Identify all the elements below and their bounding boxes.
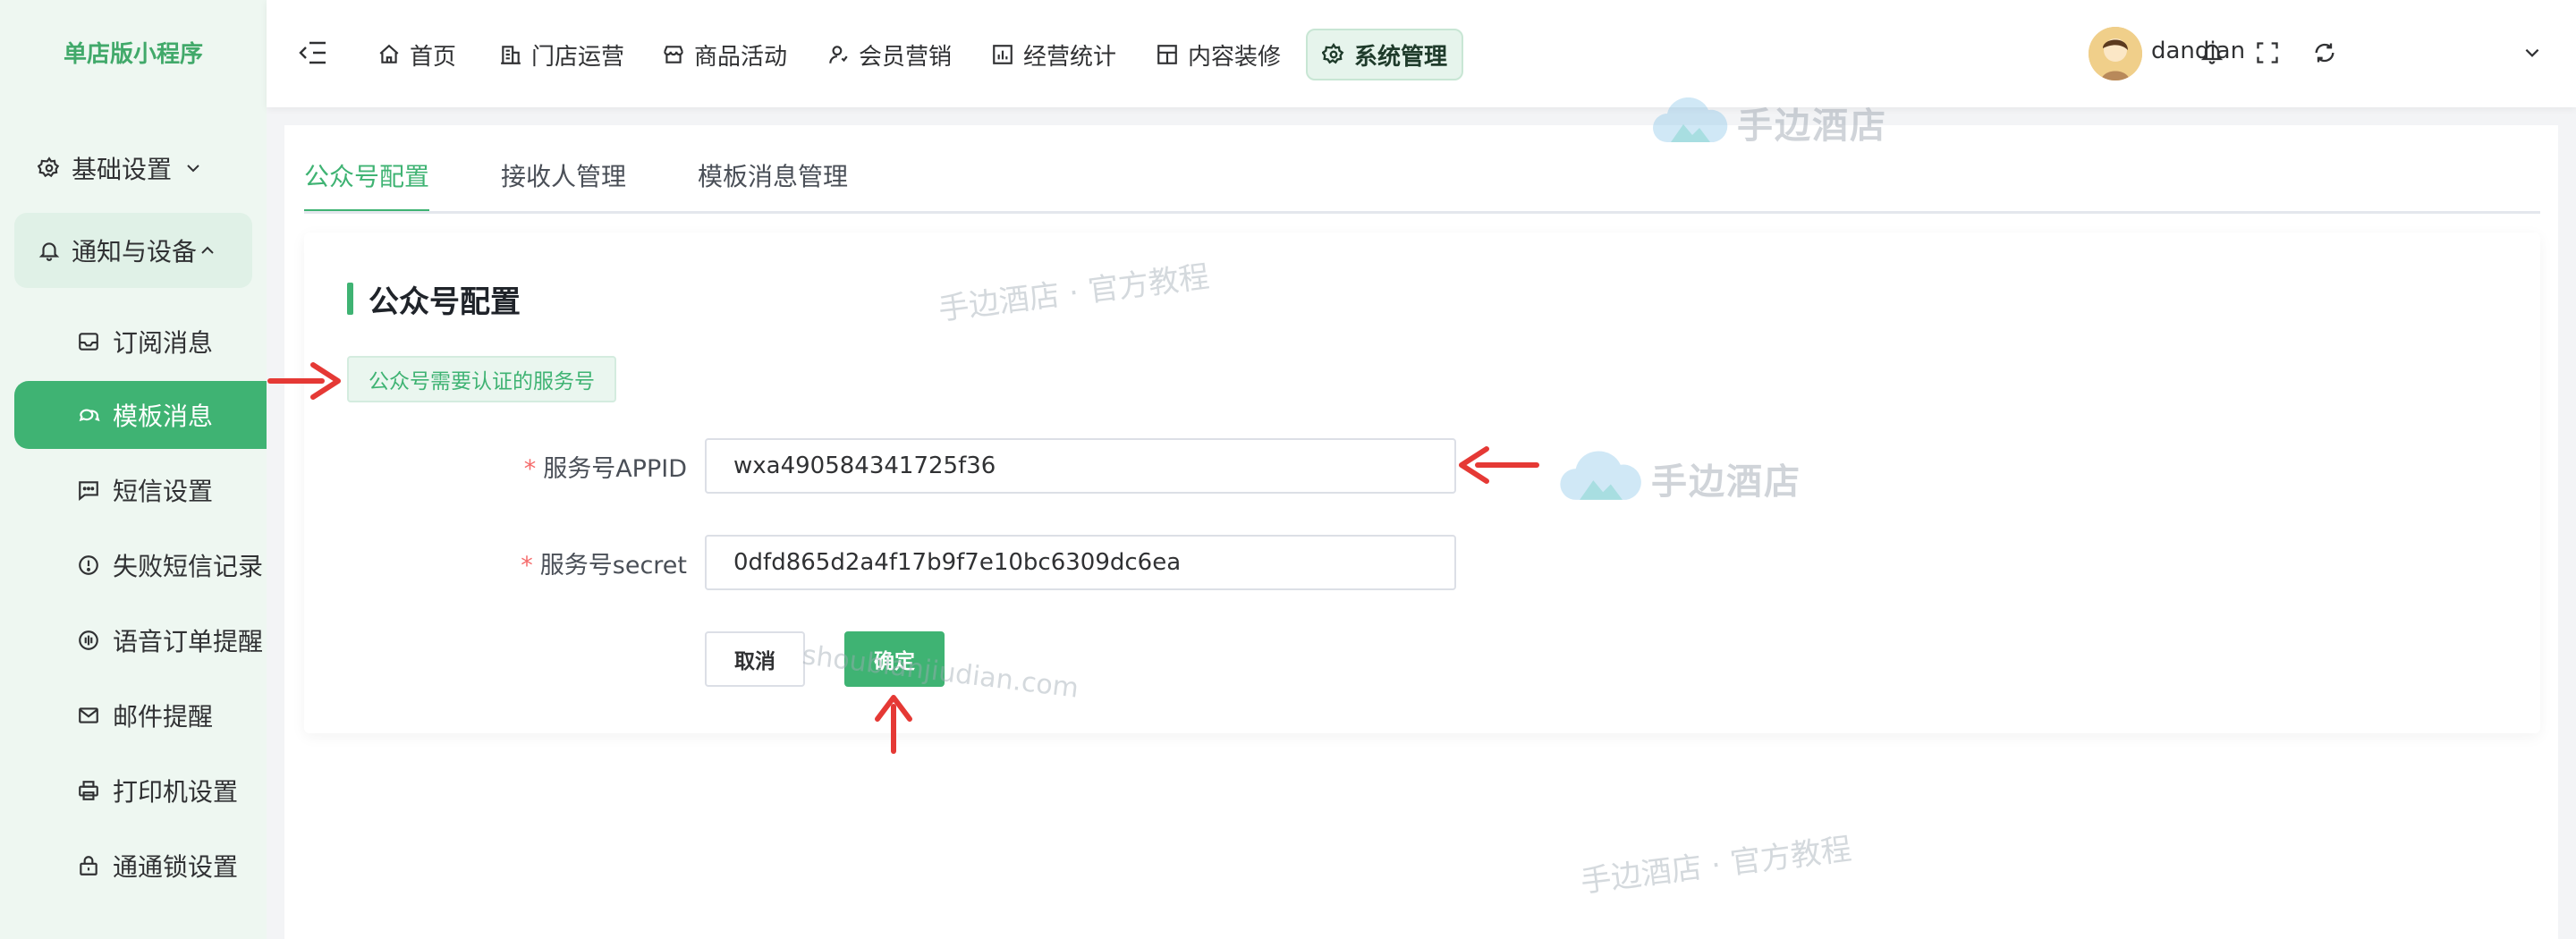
nav-label: 会员营销	[859, 43, 953, 71]
fullscreen-icon[interactable]	[2254, 39, 2281, 66]
watermark-logo: 手边酒店	[1649, 97, 1887, 148]
sidebar-item-label: 订阅消息	[113, 328, 214, 358]
required-mark: *	[521, 552, 533, 579]
alert-circle-icon	[75, 552, 102, 579]
appid-input[interactable]	[705, 438, 1456, 494]
chat-icon	[75, 402, 102, 428]
sidebar-group-notification-devices[interactable]: 通知与设备	[14, 213, 252, 288]
sidebar-item-label: 通通锁设置	[113, 852, 239, 882]
tab-bar: 公众号配置 接收人管理 模板消息管理	[304, 157, 2540, 215]
nav-label: 首页	[410, 43, 457, 71]
section-title: 公众号配置	[369, 284, 521, 320]
cloud-logo-icon	[1653, 97, 1728, 142]
appid-label-text: 服务号APPID	[543, 455, 687, 483]
sidebar-item-label: 模板消息	[113, 402, 214, 431]
shop-icon	[662, 43, 685, 66]
sidebar-group-label: 基础设置	[72, 155, 173, 184]
red-arrow-right-icon	[267, 362, 341, 400]
gear-icon	[36, 155, 63, 182]
section-title-accent	[347, 283, 353, 315]
layout-icon	[1156, 43, 1179, 66]
watermark-brand: 手边酒店	[1737, 106, 1887, 147]
bar-chart-icon	[991, 43, 1014, 66]
cloud-logo-icon	[1560, 451, 1641, 500]
nav-member-marketing[interactable]: 会员营销	[812, 29, 966, 80]
sidebar-group-label: 通知与设备	[72, 237, 198, 266]
red-arrow-up-icon	[875, 695, 912, 754]
mail-icon	[75, 702, 102, 729]
watermark-brand: 手边酒店	[1651, 461, 1801, 503]
sidebar-item-voice-order-reminder[interactable]: 语音订单提醒	[14, 606, 267, 674]
watermark-logo: 手边酒店	[1556, 451, 1801, 506]
sidebar-item-subscription-message[interactable]: 订阅消息	[14, 308, 267, 376]
red-arrow-left-icon	[1459, 446, 1539, 484]
chevron-down-icon	[184, 158, 204, 178]
notice-tag: 公众号需要认证的服务号	[347, 356, 616, 402]
settings-icon	[1322, 43, 1345, 66]
appid-label: * 服务号APPID	[347, 449, 687, 484]
nav-system-management[interactable]: 系统管理	[1306, 29, 1464, 80]
nav-product-activities[interactable]: 商品活动	[648, 29, 801, 80]
sidebar-item-label: 邮件提醒	[113, 702, 214, 732]
username[interactable]: dandian	[2151, 38, 2245, 64]
sidebar-item-label: 语音订单提醒	[113, 627, 264, 656]
sidebar-item-label: 短信设置	[113, 477, 214, 506]
sidebar-item-label: 打印机设置	[113, 777, 239, 807]
sidebar-item-template-message[interactable]: 模板消息	[14, 381, 267, 449]
nav-label: 系统管理	[1354, 43, 1448, 71]
home-icon	[377, 43, 401, 66]
nav-home[interactable]: 首页	[363, 29, 470, 80]
secret-label: * 服务号secret	[347, 546, 687, 580]
nav-label: 内容装修	[1188, 43, 1282, 71]
store-icon	[499, 43, 522, 66]
sidebar-group-basic-settings[interactable]: 基础设置	[14, 131, 252, 206]
chevron-up-icon	[199, 241, 218, 260]
sidebar-item-label: 失败短信记录	[113, 552, 264, 581]
bell-icon	[36, 237, 63, 264]
nav-label: 商品活动	[694, 43, 788, 71]
cancel-button[interactable]: 取消	[705, 631, 805, 687]
required-mark: *	[523, 455, 537, 483]
inbox-icon	[75, 328, 102, 355]
tab-label: 模板消息管理	[698, 162, 849, 191]
nav-store-operations[interactable]: 门店运营	[485, 29, 639, 80]
app-brand: 单店版小程序	[63, 41, 203, 68]
tab-template-message-management[interactable]: 模板消息管理	[698, 157, 848, 213]
sidebar-item-email-reminder[interactable]: 邮件提醒	[14, 681, 267, 749]
printer-icon	[75, 777, 102, 804]
tabs-divider	[304, 211, 2540, 214]
sidebar: 单店版小程序 基础设置 通知与设备 订阅消息 模板消息 短信设置 失败短信记录 …	[0, 0, 267, 939]
nav-content-decoration[interactable]: 内容装修	[1141, 29, 1295, 80]
tab-official-account-config[interactable]: 公众号配置	[304, 157, 429, 213]
tab-recipient-management[interactable]: 接收人管理	[501, 157, 626, 213]
secret-input[interactable]	[705, 535, 1456, 590]
chevron-down-icon[interactable]	[2522, 43, 2542, 63]
secret-label-text: 服务号secret	[539, 552, 687, 579]
lock-icon	[75, 852, 102, 879]
nav-label: 门店运营	[531, 43, 625, 71]
nav-business-statistics[interactable]: 经营统计	[977, 29, 1131, 80]
sidebar-item-failed-sms-log[interactable]: 失败短信记录	[14, 531, 267, 599]
user-icon	[826, 43, 850, 66]
voice-icon	[75, 627, 102, 654]
sidebar-item-sms-settings[interactable]: 短信设置	[14, 456, 267, 524]
sidebar-item-ttlock-settings[interactable]: 通通锁设置	[14, 832, 267, 900]
tab-label: 公众号配置	[304, 162, 430, 191]
tab-label: 接收人管理	[501, 162, 627, 191]
message-icon	[75, 477, 102, 503]
refresh-icon[interactable]	[2311, 39, 2338, 66]
nav-label: 经营统计	[1023, 43, 1117, 71]
sidebar-item-printer-settings[interactable]: 打印机设置	[14, 757, 267, 825]
avatar[interactable]	[2089, 27, 2142, 80]
collapse-menu-icon[interactable]	[299, 39, 327, 66]
